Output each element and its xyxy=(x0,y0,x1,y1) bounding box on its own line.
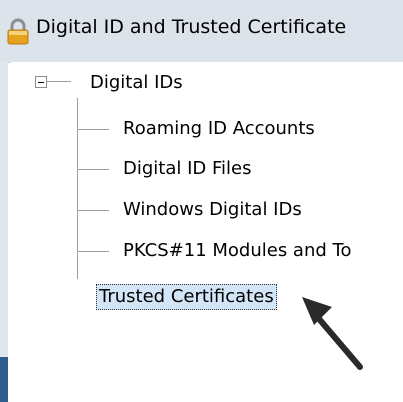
window-edge xyxy=(0,62,8,402)
tree-item-digital-id-files[interactable]: Digital ID Files xyxy=(123,157,252,181)
lock-icon xyxy=(7,18,29,45)
tree-item-pkcs11-modules[interactable]: PKCS#11 Modules and To xyxy=(123,239,401,263)
tree-item-windows-digital-ids[interactable]: Windows Digital IDs xyxy=(123,198,302,222)
window-title: Digital ID and Trusted Certificate xyxy=(36,16,347,38)
tree-item-trusted-certificates[interactable]: Trusted Certificates xyxy=(96,284,277,310)
arrow-pointer-icon xyxy=(302,297,363,370)
tree-connector xyxy=(77,129,109,130)
tree-connector xyxy=(77,210,109,211)
tree-connector xyxy=(77,251,109,252)
collapse-icon[interactable] xyxy=(35,76,47,88)
tree-item-digital-ids[interactable]: Digital IDs xyxy=(90,71,183,95)
tree-connector xyxy=(77,169,109,170)
tree-connector xyxy=(46,81,71,82)
title-bar: Digital ID and Trusted Certificate xyxy=(0,0,403,63)
tree-item-roaming-id-accounts[interactable]: Roaming ID Accounts xyxy=(123,117,315,141)
